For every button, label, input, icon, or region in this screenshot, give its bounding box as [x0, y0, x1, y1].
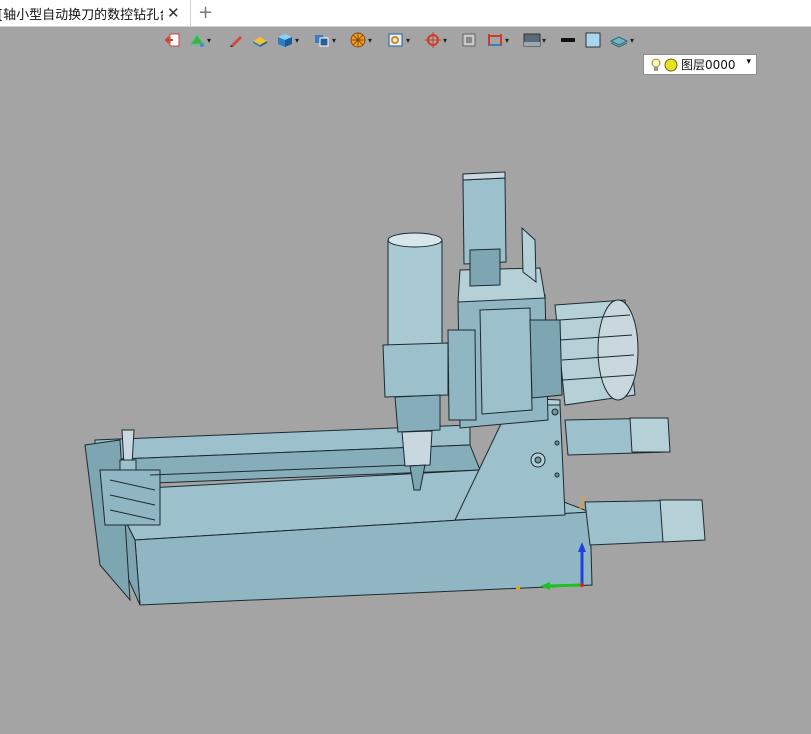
color-wheel-icon[interactable]: ▾: [349, 30, 372, 50]
add-tab-icon[interactable]: +: [198, 2, 213, 23]
zoom-fit-icon[interactable]: ▾: [387, 30, 410, 50]
shaded-cube-icon[interactable]: ▾: [276, 30, 299, 50]
section-icon[interactable]: [461, 30, 477, 50]
background-icon[interactable]: ▾: [523, 30, 546, 50]
pan-target-icon[interactable]: ▾: [424, 30, 447, 50]
tab-bar: [轴小型自动换刀的数控钻孔台] ✕ +: [0, 0, 811, 27]
measure-icon[interactable]: ▾: [486, 30, 509, 50]
close-icon[interactable]: ✕: [167, 4, 180, 22]
line-color-icon[interactable]: [560, 30, 576, 50]
face-color-icon[interactable]: [585, 30, 601, 50]
render-mode-icon[interactable]: [251, 30, 269, 50]
fill-icon[interactable]: ▾: [188, 30, 211, 50]
toolbar: ▾ ▾ ▾ ▾ ▾ ▾ ▾ ▾ ▾ 图层0000 ▾: [0, 26, 811, 75]
3d-viewport[interactable]: [0, 52, 811, 730]
cnc-model: [84, 171, 706, 606]
layer-manager-icon[interactable]: ▾: [609, 30, 634, 50]
view-cube-icon[interactable]: ▾: [313, 30, 336, 50]
exit-sketch-icon[interactable]: [165, 30, 181, 50]
tab-title: [轴小型自动换刀的数控钻孔台]: [0, 7, 163, 23]
document-tab[interactable]: [轴小型自动换刀的数控钻孔台] ✕: [0, 0, 191, 26]
pencil-icon[interactable]: [228, 30, 244, 50]
